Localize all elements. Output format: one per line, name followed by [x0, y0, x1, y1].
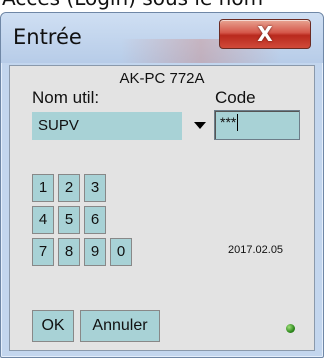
- keypad-key-5[interactable]: 5: [58, 206, 80, 234]
- code-input-value: ***: [220, 114, 237, 130]
- dialog-title: Entrée: [13, 25, 82, 49]
- code-input[interactable]: ***: [214, 110, 300, 140]
- ok-button[interactable]: OK: [32, 310, 74, 342]
- text-caret: [237, 114, 239, 131]
- date-label: 2017.02.05: [228, 244, 284, 256]
- keypad-key-3[interactable]: 3: [84, 174, 106, 202]
- username-label: Nom util:: [32, 88, 100, 107]
- code-label: Code: [215, 88, 256, 107]
- title-bar[interactable]: Entrée X: [1, 13, 323, 63]
- keypad-key-2[interactable]: 2: [58, 174, 80, 202]
- keypad-key-0[interactable]: 0: [110, 238, 132, 266]
- keypad-key-6[interactable]: 6: [84, 206, 106, 234]
- cancel-button[interactable]: Annuler: [80, 310, 160, 342]
- keypad-key-4[interactable]: 4: [32, 206, 54, 234]
- keypad-key-1[interactable]: 1: [32, 174, 54, 202]
- background-window-title-text: Accès (Login) sous le nom: [2, 0, 263, 10]
- device-name: AK-PC 772A: [119, 70, 205, 87]
- username-dropdown[interactable]: SUPV: [32, 112, 208, 140]
- close-icon: X: [257, 22, 273, 46]
- close-button[interactable]: X: [219, 19, 311, 49]
- keypad-key-9[interactable]: 9: [84, 238, 106, 266]
- status-indicator-icon: [286, 324, 295, 333]
- keypad-key-8[interactable]: 8: [58, 238, 80, 266]
- username-value: SUPV: [32, 112, 182, 140]
- login-dialog: Entrée X AK-PC 772A Nom util: Code SUPV …: [0, 12, 324, 358]
- chevron-down-icon[interactable]: [194, 122, 206, 129]
- keypad-key-7[interactable]: 7: [32, 238, 54, 266]
- background-window-title: Accès (Login) sous le nom: [0, 0, 324, 12]
- dialog-client-area: AK-PC 772A Nom util: Code SUPV *** 1 2 3…: [9, 65, 315, 351]
